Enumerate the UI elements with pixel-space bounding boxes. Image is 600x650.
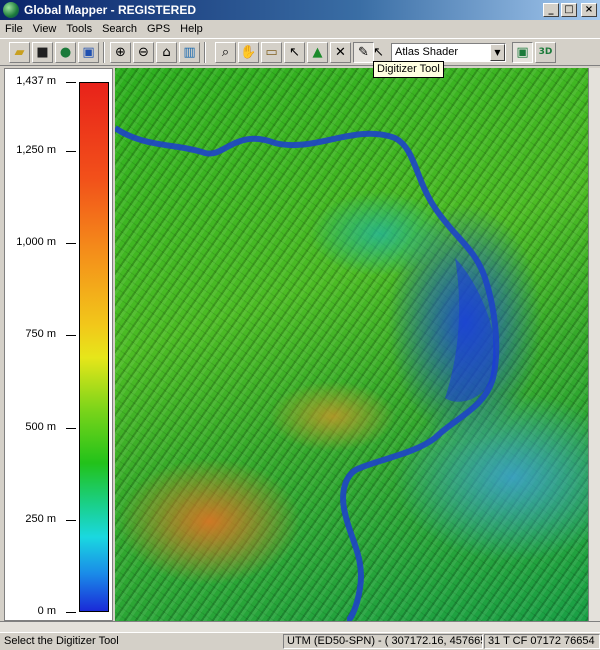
minimize-button[interactable]: _ (543, 3, 559, 17)
export-button[interactable]: ▣ (78, 42, 99, 63)
dropdown-arrow[interactable]: ▼ (490, 44, 505, 61)
map-view[interactable] (115, 68, 588, 621)
menu-bar: File View Tools Search GPS Help (0, 20, 600, 37)
menu-gps[interactable]: GPS (142, 23, 175, 35)
line-of-sight-icon: ✕ (335, 45, 346, 60)
line-of-sight-button[interactable]: ✕ (330, 42, 351, 63)
image-view-button[interactable]: ▣ (512, 42, 533, 63)
vertical-scrollbar[interactable] (588, 68, 600, 621)
zoom-tool-icon: ⌕ (221, 45, 230, 60)
open-folder-icon: ▰ (14, 45, 25, 60)
minimize-icon: _ (548, 4, 554, 15)
menu-view[interactable]: View (28, 23, 62, 35)
legend-tick (66, 519, 76, 521)
select-arrow-button[interactable]: ↖ (368, 42, 389, 63)
save-icon: ■ (36, 45, 49, 60)
legend-label: 250 m (25, 512, 56, 525)
config-button[interactable]: ▥ (179, 42, 200, 63)
menu-search[interactable]: Search (97, 23, 142, 35)
menu-help[interactable]: Help (175, 23, 208, 35)
zoom-tool-button[interactable]: ⌕ (215, 42, 236, 63)
legend-tick (66, 335, 76, 337)
toolbar-separator (103, 42, 105, 63)
status-grid-reference: 31 T CF 07172 76654 (484, 634, 600, 649)
legend-tick (66, 427, 76, 429)
open-button[interactable]: ▰ (9, 42, 30, 63)
config-icon: ▥ (183, 45, 196, 60)
image-view-icon: ▣ (516, 45, 529, 60)
globe-button[interactable]: ● (55, 42, 76, 63)
export-icon: ▣ (82, 45, 95, 60)
zoom-in-icon: ⊕ (115, 45, 126, 60)
main-toolbar: ▰ ■ ● ▣ ⊕ ⊖ ⌂ ▥ ⌕ ✋ ▭ ↖ ▲ ✕ ✎ ↖ Atlas Sh… (0, 38, 600, 66)
maximize-button[interactable]: □ (561, 3, 577, 17)
toolbar-separator (204, 42, 206, 63)
shader-dropdown[interactable]: Atlas Shader ▼ (391, 43, 506, 62)
menu-tools[interactable]: Tools (61, 23, 97, 35)
zoom-out-icon: ⊖ (138, 45, 149, 60)
save-button[interactable]: ■ (32, 42, 53, 63)
legend-label: 750 m (25, 328, 56, 341)
pan-tool-button[interactable]: ✋ (238, 42, 259, 63)
measure-tool-button[interactable]: ▭ (261, 42, 282, 63)
status-bar: Select the Digitizer Tool UTM (ED50-SPN)… (0, 632, 600, 650)
legend-tick (66, 612, 76, 613)
chevron-down-icon: ▼ (494, 48, 501, 57)
zoom-in-button[interactable]: ⊕ (110, 42, 131, 63)
horizontal-scrollbar[interactable] (0, 621, 600, 632)
home-icon: ⌂ (162, 45, 171, 60)
title-bar: Global Mapper - REGISTERED _ □ × (0, 0, 600, 20)
pan-hand-icon: ✋ (240, 45, 257, 60)
legend-label: 1,000 m (16, 236, 56, 249)
legend-label: 1,437 m (16, 75, 56, 87)
measure-ruler-icon: ▭ (265, 45, 278, 60)
app-globe-icon (3, 2, 19, 18)
status-coordinates: UTM (ED50-SPN) - ( 307172.16, 4576654.65… (283, 634, 483, 649)
shader-value: Atlas Shader (395, 46, 458, 58)
tooltip: Digitizer Tool (373, 61, 444, 78)
legend-label: 0 m (37, 605, 56, 617)
elevation-colorbar (79, 82, 109, 612)
menu-file[interactable]: File (0, 23, 28, 35)
close-icon: × (584, 4, 594, 15)
feature-info-icon: ↖ (289, 45, 300, 60)
legend-label: 500 m (25, 420, 56, 433)
legend-label: 1,250 m (16, 143, 56, 156)
river-overlay (115, 125, 500, 621)
3d-view-icon: 3D (538, 47, 553, 57)
3d-view-button[interactable]: 3D (535, 42, 556, 63)
river-path (115, 125, 500, 621)
legend-tick (66, 82, 76, 83)
window-title: Global Mapper - REGISTERED (24, 3, 197, 17)
zoom-out-button[interactable]: ⊖ (133, 42, 154, 63)
status-message: Select the Digitizer Tool (4, 635, 119, 647)
path-profile-button[interactable]: ▲ (307, 42, 328, 63)
globe-icon: ● (59, 45, 72, 60)
legend-tick (66, 243, 76, 245)
feature-info-button[interactable]: ↖ (284, 42, 305, 63)
path-profile-icon: ▲ (312, 45, 323, 60)
home-button[interactable]: ⌂ (156, 42, 177, 63)
legend-tick (66, 150, 76, 152)
select-arrow-icon: ↖ (373, 45, 384, 60)
close-button[interactable]: × (581, 3, 597, 17)
maximize-icon: □ (564, 4, 574, 15)
elevation-legend: 1,437 m 1,250 m 1,000 m 750 m 500 m 250 m 0 m (4, 68, 113, 621)
